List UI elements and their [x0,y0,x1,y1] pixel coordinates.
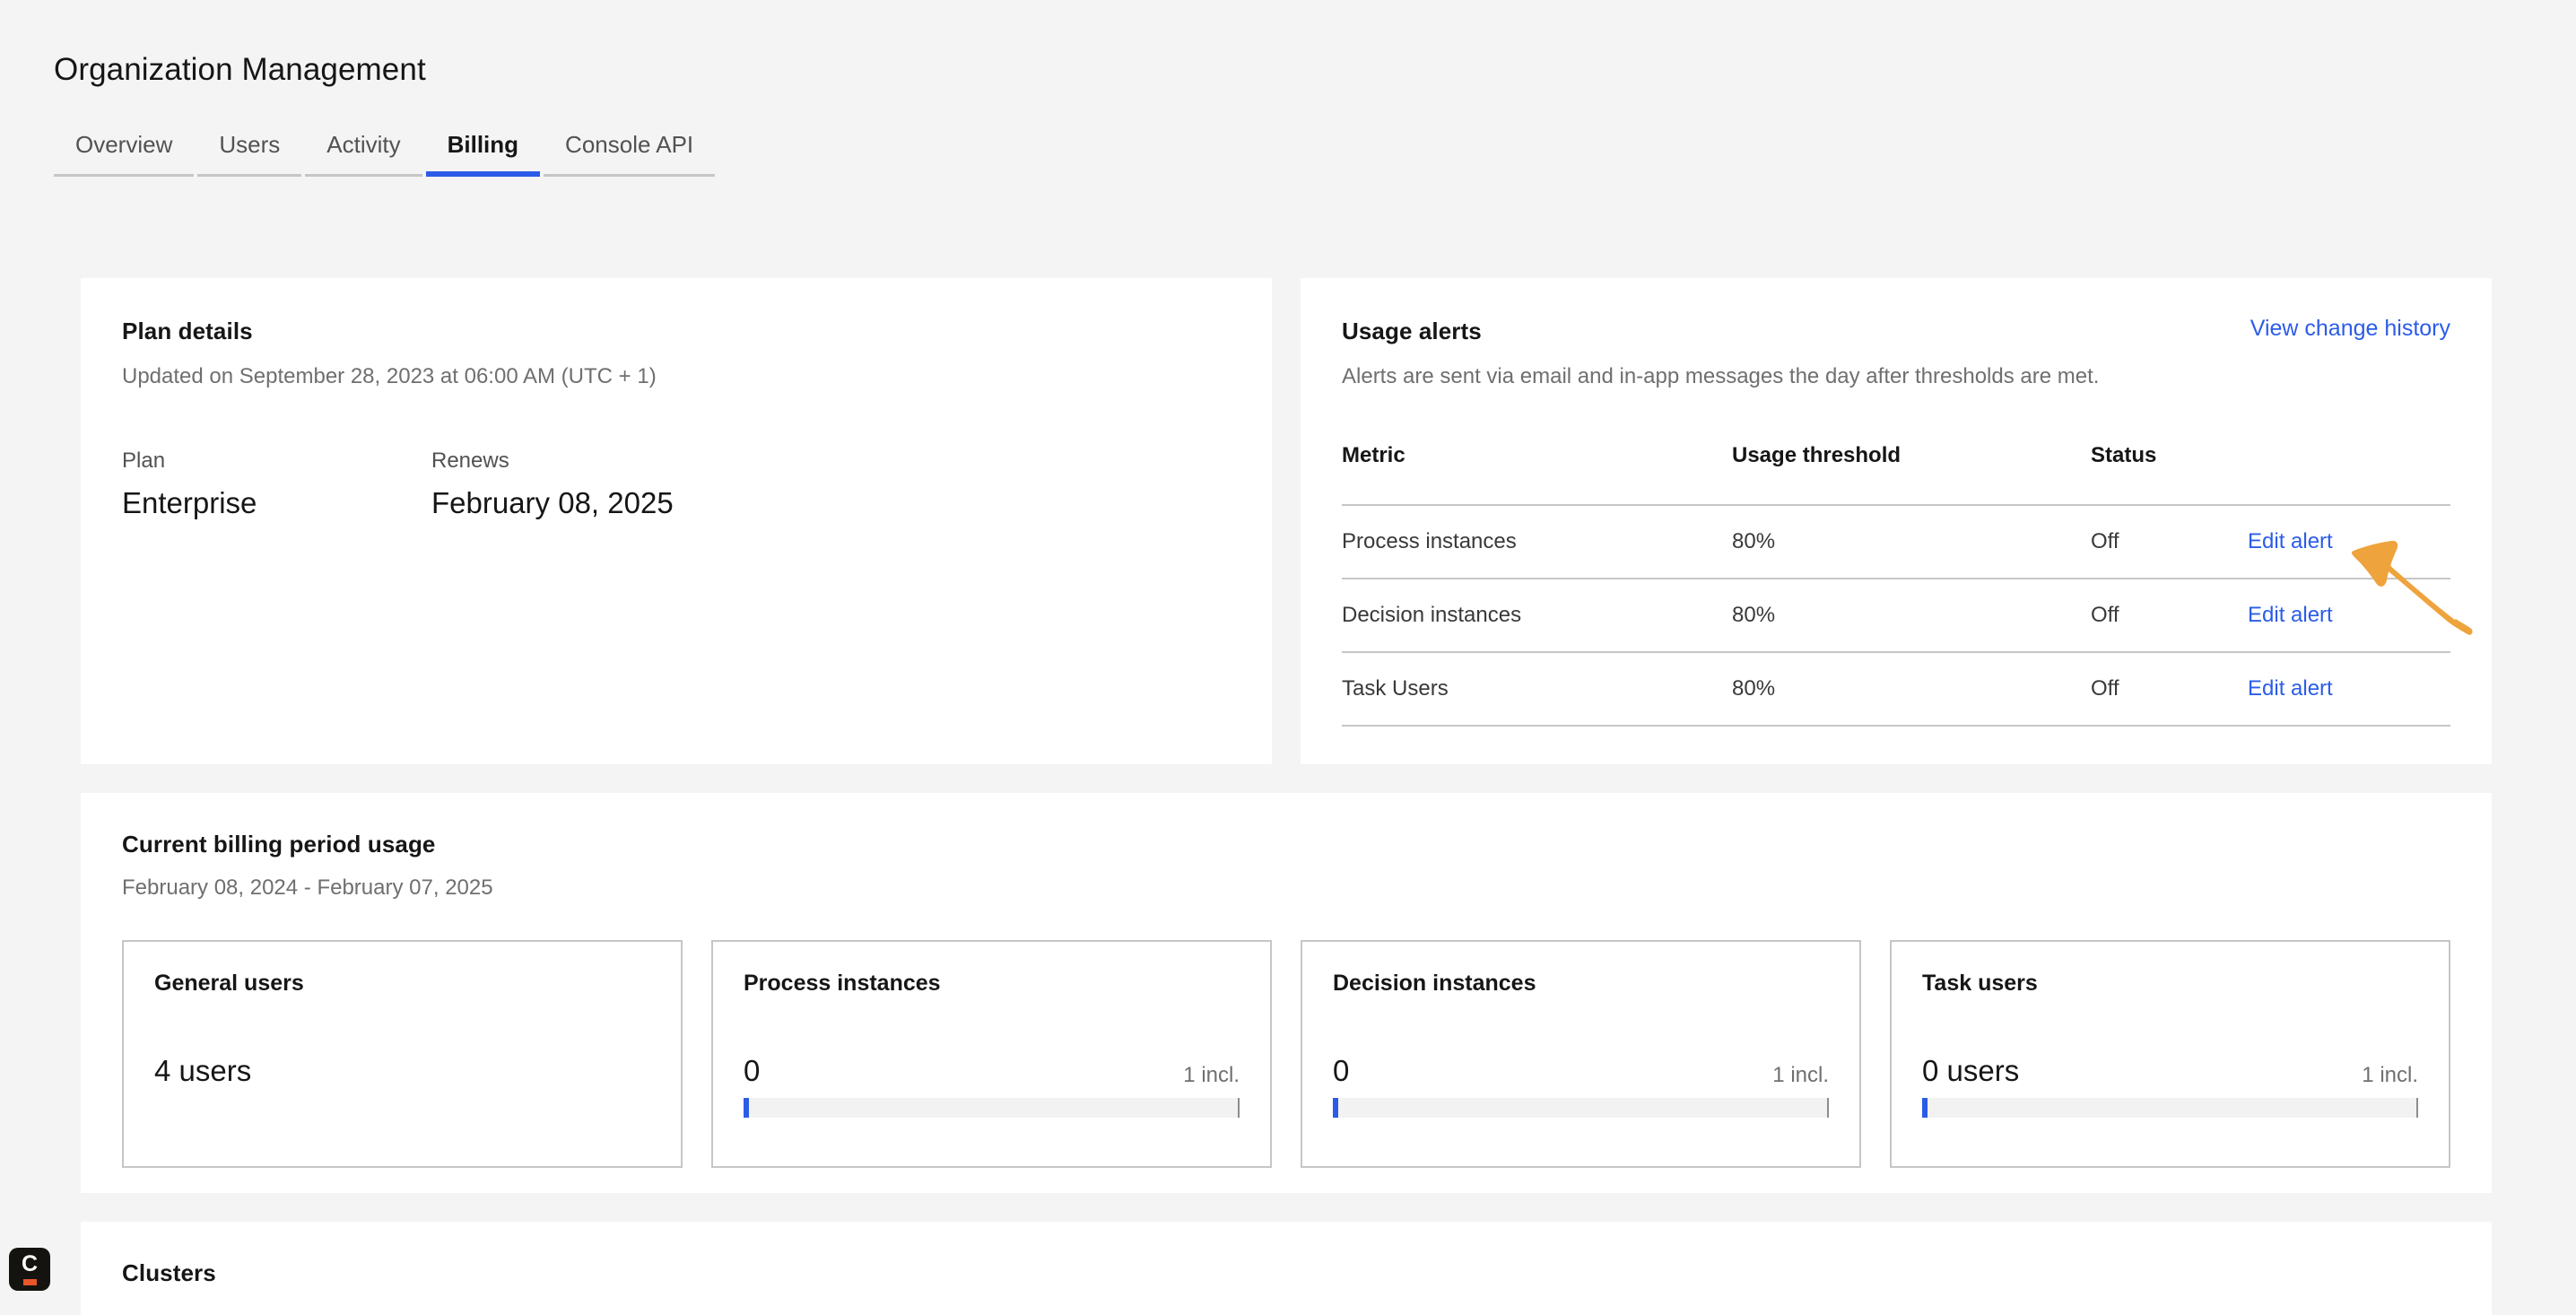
usage-tile-general-users: General users 4 users [122,940,683,1168]
usage-tile-row: 0 1 incl. [744,1055,1240,1087]
usage-tile-row: 0 users 1 incl. [1922,1055,2418,1087]
plan-details-title: Plan details [122,318,1231,345]
table-row: Task Users 80% Off Edit alert [1342,652,2450,726]
tab-bar: Overview Users Activity Billing Console … [52,130,717,177]
cell-action: Edit alert [2248,505,2450,579]
tab-users[interactable]: Users [196,130,303,177]
usage-alerts-description: Alerts are sent via email and in-app mes… [1342,361,2154,393]
usage-meter [744,1098,1240,1118]
column-header-metric: Metric [1342,443,1732,505]
usage-alerts-card: View change history Usage alerts Alerts … [1301,278,2492,764]
plan-value: Enterprise [122,486,431,520]
clusters-card: Clusters [81,1222,2492,1315]
usage-meter-fill [1333,1098,1338,1118]
tab-console-api[interactable]: Console API [542,130,717,177]
plan-details-card: Plan details Updated on September 28, 20… [81,278,1272,764]
usage-meter-fill [744,1098,749,1118]
tab-users-underline [197,174,301,177]
billing-page: Organization Management Overview Users A… [0,0,2576,1315]
edit-alert-link-decision-instances[interactable]: Edit alert [2248,603,2333,627]
tab-console-api-underline [544,174,715,177]
usage-tile-value: 0 [1333,1055,1349,1087]
column-header-status: Status [2091,443,2248,505]
edit-alert-link-process-instances[interactable]: Edit alert [2248,529,2333,553]
cell-metric: Decision instances [1342,579,1732,652]
tab-overview-underline [54,174,194,177]
plan-details-grid: Plan Enterprise Renews February 08, 2025 [122,448,1231,520]
camunda-logo-icon[interactable]: C [9,1248,50,1291]
plan-column: Plan Enterprise [122,448,431,520]
usage-tile-included: 1 incl. [1183,1064,1240,1087]
table-row: Process instances 80% Off Edit alert [1342,505,2450,579]
tab-billing-underline [426,171,540,177]
table-row: Decision instances 80% Off Edit alert [1342,579,2450,652]
renews-column: Renews February 08, 2025 [431,448,741,520]
usage-tile-row: 4 users [154,1055,650,1087]
usage-tile-title: General users [154,971,650,997]
usage-tile-title: Task users [1922,971,2418,997]
usage-meter-limit-marker [1827,1098,1829,1118]
plan-details-updated: Updated on September 28, 2023 at 06:00 A… [122,361,1231,393]
tab-console-api-label: Console API [542,130,717,174]
cell-threshold: 80% [1732,505,2091,579]
cell-metric: Process instances [1342,505,1732,579]
usage-tile-task-users: Task users 0 users 1 incl. [1890,940,2450,1168]
usage-tiles: General users 4 users Process instances … [122,940,2450,1168]
usage-tile-value: 0 [744,1055,760,1087]
plan-label: Plan [122,448,431,474]
usage-tile-row: 0 1 incl. [1333,1055,1829,1087]
billing-usage-period: February 08, 2024 - February 07, 2025 [122,873,2450,904]
usage-tile-body: 0 users 1 incl. [1922,1055,2418,1118]
usage-meter-fill [1922,1098,1928,1118]
usage-tile-value: 4 users [154,1055,251,1087]
tab-activity-underline [305,174,422,177]
tab-activity-label: Activity [303,130,423,174]
logo-letter: C [22,1253,38,1276]
tab-users-label: Users [196,130,303,174]
edit-alert-link-task-users[interactable]: Edit alert [2248,676,2333,701]
current-billing-period-usage-card: Current billing period usage February 08… [81,793,2492,1193]
usage-tile-process-instances: Process instances 0 1 incl. [711,940,1272,1168]
clusters-title: Clusters [122,1259,2450,1287]
usage-meter [1333,1098,1829,1118]
tab-overview[interactable]: Overview [52,130,196,177]
usage-meter-limit-marker [1238,1098,1240,1118]
usage-tile-decision-instances: Decision instances 0 1 incl. [1301,940,1861,1168]
view-change-history-link[interactable]: View change history [2250,316,2450,342]
cell-threshold: 80% [1732,652,2091,726]
usage-tile-body: 0 1 incl. [1333,1055,1829,1118]
cell-action: Edit alert [2248,652,2450,726]
tab-activity[interactable]: Activity [303,130,423,177]
column-header-threshold: Usage threshold [1732,443,2091,505]
cell-metric: Task Users [1342,652,1732,726]
tab-overview-label: Overview [52,130,196,174]
cell-status: Off [2091,505,2248,579]
usage-meter [1922,1098,2418,1118]
usage-meter-limit-marker [2416,1098,2418,1118]
usage-tile-title: Process instances [744,971,1240,997]
usage-tile-value: 0 users [1922,1055,2019,1087]
tab-billing[interactable]: Billing [424,130,542,177]
tab-billing-label: Billing [424,130,542,174]
usage-alerts-table: Metric Usage threshold Status Process in… [1342,443,2450,727]
logo-accent-square [23,1279,37,1285]
renews-label: Renews [431,448,741,474]
renews-value: February 08, 2025 [431,486,741,520]
usage-tile-body: 4 users [154,1055,650,1087]
usage-tile-included: 1 incl. [2362,1064,2418,1087]
page-title: Organization Management [54,52,426,88]
cell-action: Edit alert [2248,579,2450,652]
billing-usage-title: Current billing period usage [122,831,2450,858]
cell-status: Off [2091,579,2248,652]
column-header-action [2248,443,2450,505]
table-header-row: Metric Usage threshold Status [1342,443,2450,505]
usage-tile-title: Decision instances [1333,971,1829,997]
cell-threshold: 80% [1732,579,2091,652]
usage-tile-body: 0 1 incl. [744,1055,1240,1118]
cell-status: Off [2091,652,2248,726]
usage-tile-included: 1 incl. [1772,1064,1829,1087]
